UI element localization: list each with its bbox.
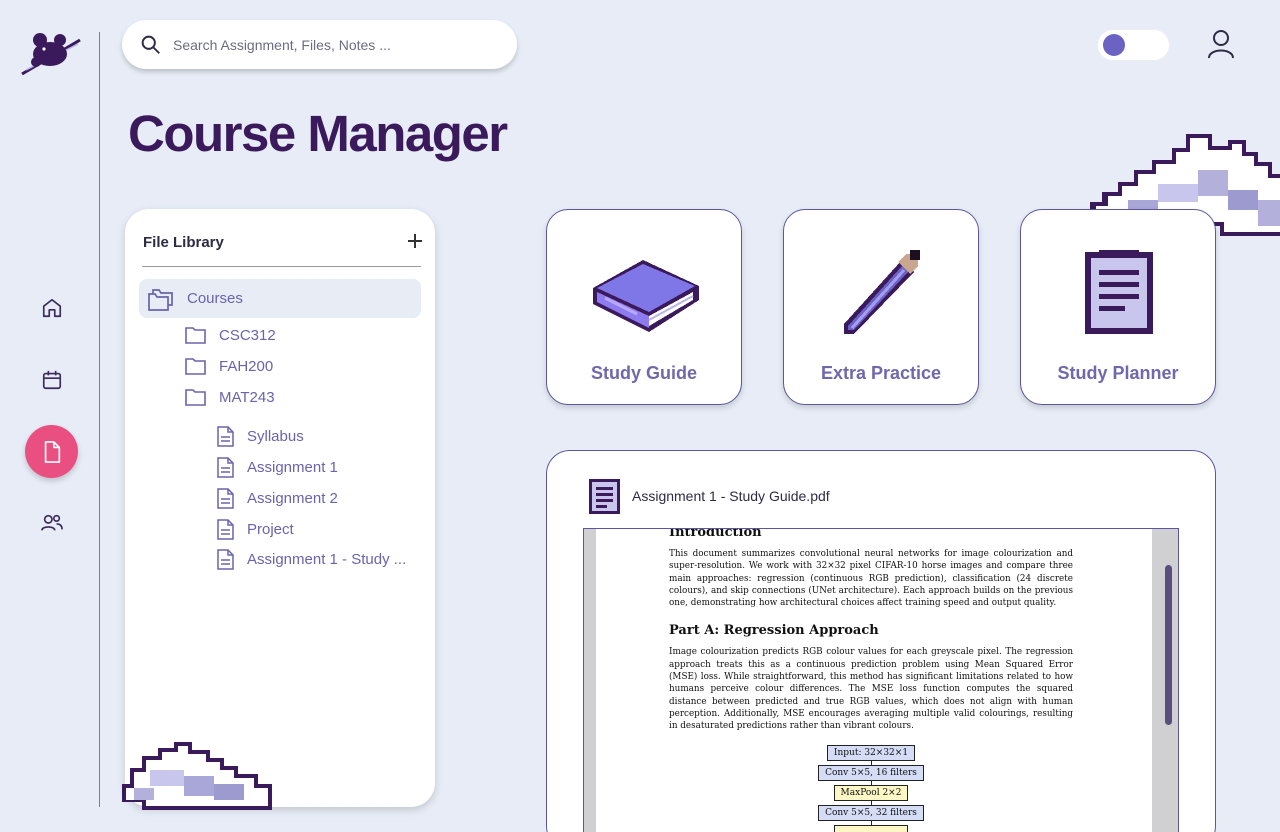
tree-item-label: Assignment 2 <box>247 490 338 507</box>
toggle-knob <box>1103 34 1125 56</box>
doc-paragraph: This document summarizes convolutional n… <box>669 549 1073 609</box>
tree-item-label: Syllabus <box>247 428 304 445</box>
users-icon <box>40 514 63 531</box>
sidebar-divider <box>99 32 100 807</box>
file-preview-filename: Assignment 1 - Study Guide.pdf <box>632 488 830 504</box>
add-file-button[interactable] <box>407 233 423 251</box>
file-library-divider <box>142 266 421 267</box>
file-library-panel: File Library Courses CSC312 FAH200 MAT24… <box>125 209 435 807</box>
folder-icon <box>185 358 206 375</box>
pixel-cloud-icon <box>122 742 272 810</box>
tree-item-file[interactable]: Assignment 1 - Study ... <box>217 549 406 570</box>
tree-item-label: Assignment 1 - Study ... <box>247 551 407 568</box>
study-planner-card[interactable]: Study Planner <box>1020 209 1216 405</box>
file-preview-panel: Assignment 1 - Study Guide.pdf Introduct… <box>546 450 1216 832</box>
card-label: Study Guide <box>590 363 697 383</box>
nav-calendar[interactable] <box>25 353 78 406</box>
tree-item-folder[interactable]: MAT243 <box>185 388 275 406</box>
tree-item-label: MAT243 <box>219 388 275 406</box>
tree-item-label: Project <box>247 521 294 538</box>
tree-item-label: Courses <box>187 290 243 307</box>
home-icon <box>42 298 61 317</box>
calendar-icon <box>42 370 61 389</box>
user-profile-button[interactable] <box>1205 28 1237 60</box>
file-icon <box>217 488 234 509</box>
tree-item-folder[interactable]: FAH200 <box>185 357 273 375</box>
doc-heading: Part A: Regression Approach <box>669 623 879 639</box>
tree-item-file[interactable]: Assignment 1 <box>217 457 338 478</box>
doc-paragraph: Image colourization predicts RGB colour … <box>669 647 1073 732</box>
tree-item-file[interactable]: Syllabus <box>217 426 304 447</box>
notepad-icon <box>589 479 620 514</box>
search-icon <box>141 35 160 54</box>
file-library-header: File Library <box>143 233 423 251</box>
pdf-page: Introduction This document summarizes co… <box>596 529 1152 832</box>
pdf-scrollbar[interactable] <box>1165 565 1172 725</box>
page-title: Course Manager <box>128 105 508 162</box>
pdf-page-content: Introduction This document summarizes co… <box>669 528 1073 832</box>
nav-files[interactable] <box>25 425 78 478</box>
pencil-icon <box>844 250 920 334</box>
diagram-node: Conv 5×5, 16 filters <box>818 764 924 781</box>
file-icon <box>217 519 234 540</box>
card-label: Extra Practice <box>820 363 942 383</box>
search-input[interactable] <box>173 36 493 53</box>
study-guide-card[interactable]: Study Guide <box>546 209 742 405</box>
folder-icon <box>185 327 206 344</box>
document-icon <box>44 440 60 463</box>
book-icon <box>593 260 699 332</box>
file-icon <box>217 549 234 570</box>
tree-item-label: FAH200 <box>219 357 274 375</box>
user-icon <box>1208 30 1234 59</box>
file-icon <box>217 457 234 478</box>
folders-icon <box>148 289 173 311</box>
tree-item-label: CSC312 <box>219 326 276 344</box>
search-bar[interactable] <box>122 20 517 69</box>
file-preview-header: Assignment 1 - Study Guide.pdf <box>587 477 830 515</box>
network-diagram: Input: 32×32×1 Conv 5×5, 16 filters MaxP… <box>669 744 1073 832</box>
tree-item-file[interactable]: Assignment 2 <box>217 488 338 509</box>
koala-logo[interactable] <box>20 30 82 78</box>
diagram-node <box>834 824 908 832</box>
theme-toggle[interactable] <box>1097 29 1170 61</box>
tree-item-courses[interactable]: Courses <box>139 279 421 318</box>
folder-icon <box>185 389 206 406</box>
plus-icon <box>408 234 422 248</box>
notepad-icon <box>1085 250 1153 334</box>
tree-item-label: Assignment 1 <box>247 459 338 476</box>
nav-users[interactable] <box>25 496 78 549</box>
card-label: Study Planner <box>1057 363 1179 383</box>
file-library-title: File Library <box>143 233 224 251</box>
nav-home[interactable] <box>25 281 78 334</box>
pdf-viewer[interactable]: Introduction This document summarizes co… <box>583 528 1179 832</box>
diagram-node: Input: 32×32×1 <box>826 744 916 761</box>
diagram-node: MaxPool 2×2 <box>833 784 909 801</box>
tree-item-file[interactable]: Project <box>217 519 294 540</box>
diagram-node: Conv 5×5, 32 filters <box>818 804 924 821</box>
tree-item-folder[interactable]: CSC312 <box>185 326 276 344</box>
extra-practice-card[interactable]: Extra Practice <box>783 209 979 405</box>
file-icon <box>217 426 234 447</box>
doc-heading: Introduction <box>669 528 762 540</box>
